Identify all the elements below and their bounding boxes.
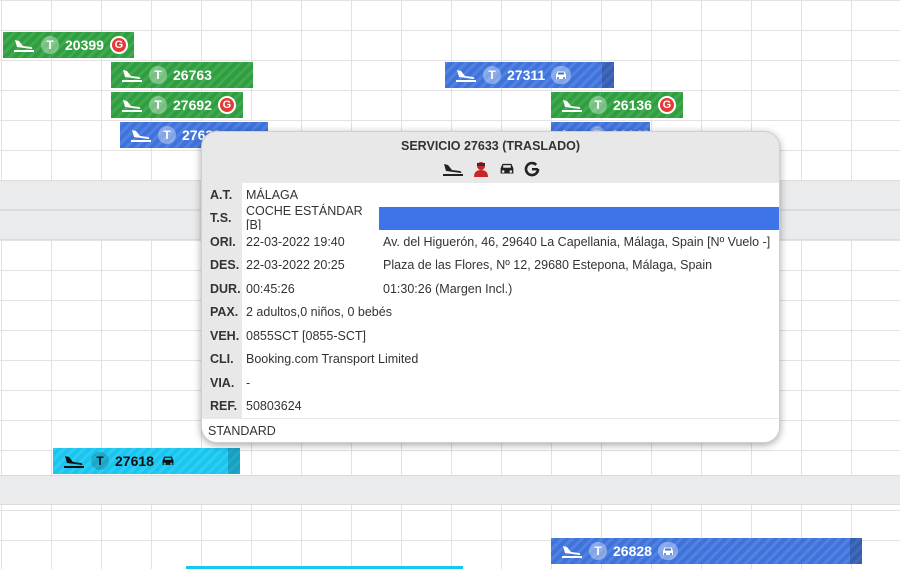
plane-landing-icon (130, 127, 152, 143)
google-icon (524, 161, 540, 177)
service-number: 27618 (115, 453, 154, 469)
google-badge-icon: G (217, 96, 236, 114)
car-icon (657, 542, 678, 560)
plane-landing-icon (63, 453, 85, 469)
google-badge-icon: G (109, 36, 128, 54)
service-number: 26828 (613, 543, 652, 559)
service-chip-26828[interactable]: T 26828 (551, 538, 862, 564)
detail-row-ts: T.S. COCHE ESTÁNDAR [B] (202, 204, 779, 232)
detail-row-des: DES. 22-03-2022 20:25 Plaza de las Flore… (202, 253, 779, 277)
detail-row-ref: REF. 50803624 (202, 394, 779, 418)
chip-end-handle[interactable] (850, 538, 862, 564)
service-chip-27311[interactable]: T 27311 (445, 62, 614, 88)
tooltip-title: SERVICIO 27633 (TRASLADO) (401, 139, 580, 153)
plane-landing-icon (561, 97, 583, 113)
chip-end-handle[interactable] (602, 62, 614, 88)
service-number: 26763 (173, 67, 212, 83)
detail-row-veh: VEH. 0855SCT [0855-SCT] (202, 324, 779, 348)
transfer-type-badge: T (589, 96, 607, 114)
detail-row-ori: ORI. 22-03-2022 19:40 Av. del Higuerón, … (202, 230, 779, 254)
detail-row-at: A.T. MÁLAGA (202, 183, 779, 207)
plane-landing-icon (561, 543, 583, 559)
car-icon (551, 66, 572, 84)
detail-row-dur: DUR. 00:45:26 01:30:26 (Margen Incl.) (202, 277, 779, 301)
plane-landing-icon (442, 161, 464, 177)
transfer-type-badge: T (483, 66, 501, 84)
service-chip-20399[interactable]: T 20399 G (3, 32, 134, 58)
service-chip-26136[interactable]: T 26136 G (551, 92, 683, 118)
plane-landing-icon (121, 67, 143, 83)
plane-landing-icon (455, 67, 477, 83)
car-icon (498, 162, 516, 176)
chip-end-handle[interactable] (228, 448, 240, 474)
service-chip-27618[interactable]: T 27618 (53, 448, 240, 474)
tooltip-icons (202, 159, 779, 179)
tooltip-footer: STANDARD (202, 419, 779, 442)
service-type-color-bar (379, 206, 779, 230)
transfer-type-badge: T (158, 126, 176, 144)
service-chip-27692[interactable]: T 27692 G (111, 92, 243, 118)
plane-landing-icon (13, 37, 35, 53)
transfer-type-badge: T (41, 36, 59, 54)
detail-row-pax: PAX. 2 adultos,0 niños, 0 bebés (202, 300, 779, 324)
service-number: 20399 (65, 37, 104, 53)
detail-row-cli: CLI. Booking.com Transport Limited (202, 347, 779, 371)
day-separator-band (0, 475, 900, 505)
car-icon (160, 455, 176, 467)
plane-landing-icon (121, 97, 143, 113)
transfer-type-badge: T (149, 66, 167, 84)
transfer-type-badge: T (149, 96, 167, 114)
service-number: 27692 (173, 97, 212, 113)
service-tooltip: SERVICIO 27633 (TRASLADO) A.T. MÁLAGA T.… (201, 131, 780, 443)
person-icon (472, 160, 490, 178)
tooltip-details-table: A.T. MÁLAGA T.S. COCHE ESTÁNDAR [B] ORI.… (202, 183, 779, 418)
detail-row-via: VIA. - (202, 371, 779, 395)
transfer-type-badge: T (91, 452, 109, 470)
service-number: 27311 (507, 67, 546, 83)
transfer-type-badge: T (589, 542, 607, 560)
google-badge-icon: G (657, 96, 676, 114)
service-chip-26763[interactable]: T 26763 (111, 62, 253, 88)
service-number: 26136 (613, 97, 652, 113)
